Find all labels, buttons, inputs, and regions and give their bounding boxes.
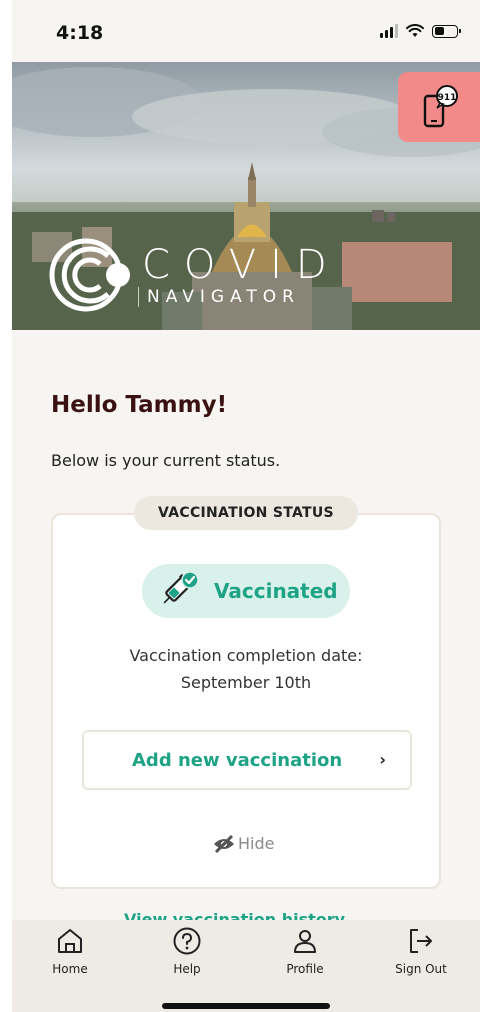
vaccinated-status-pill: Vaccinated <box>142 564 350 618</box>
hide-label: Hide <box>238 834 275 853</box>
hide-toggle[interactable]: Hide <box>212 834 274 853</box>
logo-subtitle: NAVIGATOR <box>138 287 341 307</box>
syringe-check-icon <box>163 571 199 604</box>
home-icon <box>58 929 82 953</box>
logo-mark-icon <box>49 238 130 312</box>
wifi-icon <box>406 24 424 37</box>
tab-home-label: Home <box>52 962 88 976</box>
home-indicator[interactable] <box>162 1003 330 1009</box>
completion-label: Vaccination completion date: <box>129 646 363 665</box>
tab-help[interactable]: Help <box>142 926 232 976</box>
tab-help-label: Help <box>173 962 201 976</box>
hero-banner: 911 COVID NAVIGATOR <box>12 62 480 330</box>
tab-home[interactable]: Home <box>25 926 115 976</box>
sign-out-icon <box>410 929 432 953</box>
help-icon <box>173 927 201 955</box>
tab-profile-label: Profile <box>286 962 324 976</box>
status-subtitle: Below is your current status. <box>51 451 281 470</box>
cellular-signal-icon <box>380 24 398 38</box>
app-screen: 4:18 911 COVID NAVIGATOR Hello Tammy! Be… <box>12 0 480 1012</box>
card-header-badge: VACCINATION STATUS <box>134 496 358 530</box>
profile-icon <box>294 930 316 953</box>
eye-slash-icon <box>214 834 234 853</box>
vaccinated-label: Vaccinated <box>214 579 338 603</box>
logo-word: COVID <box>142 242 341 288</box>
tab-profile[interactable]: Profile <box>260 926 350 976</box>
svg-text:911: 911 <box>438 93 457 103</box>
completion-date: September 10th <box>180 673 312 692</box>
logo-text: COVID NAVIGATOR <box>138 242 341 307</box>
tab-sign-out-label: Sign Out <box>395 962 447 976</box>
tab-sign-out[interactable]: Sign Out <box>376 926 466 976</box>
status-icons <box>380 24 461 38</box>
add-vaccination-label: Add new vaccination <box>132 749 343 771</box>
status-time: 4:18 <box>56 22 104 44</box>
battery-icon <box>432 24 461 38</box>
greeting-heading: Hello Tammy! <box>51 392 228 418</box>
chevron-right-icon: › <box>379 750 386 769</box>
phone-911-icon: 911 <box>423 85 458 128</box>
bottom-tab-bar: Home Help Profile Sign Out <box>12 920 480 1012</box>
covid-navigator-logo: COVID NAVIGATOR <box>48 232 341 318</box>
emergency-call-button[interactable]: 911 <box>398 72 480 142</box>
status-bar: 4:18 <box>12 0 480 62</box>
completion-info: Vaccination completion date: September 1… <box>51 642 441 696</box>
add-vaccination-button[interactable]: Add new vaccination › <box>82 730 412 790</box>
